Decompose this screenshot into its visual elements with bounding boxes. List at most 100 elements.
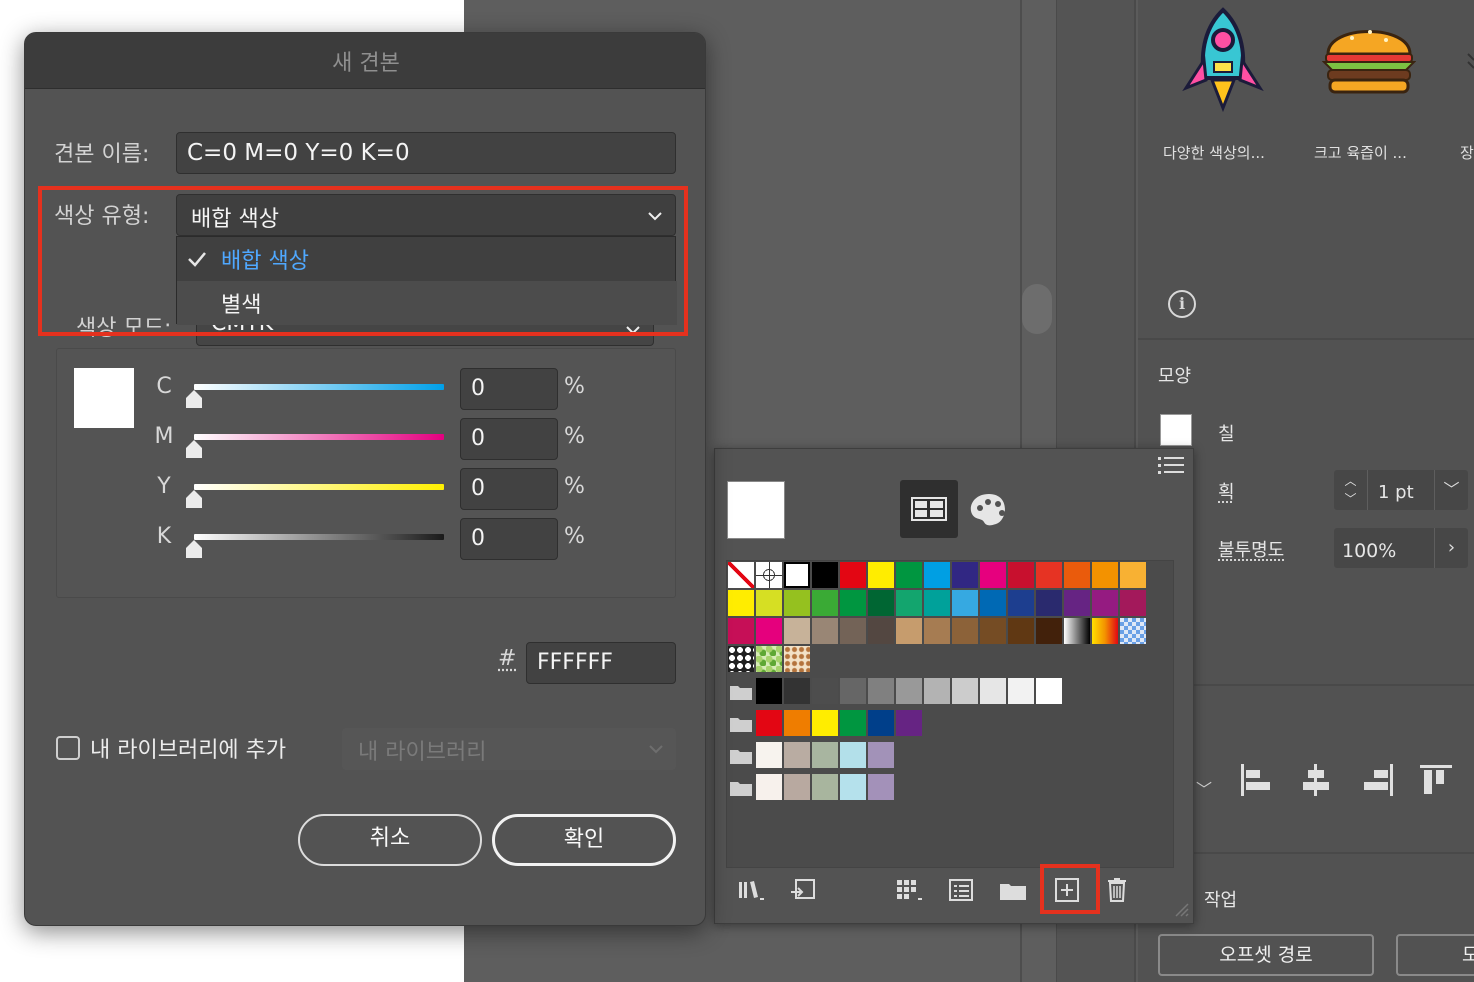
rocket-thumbnail-icon[interactable] (1176, 6, 1270, 112)
delete-swatch-icon[interactable] (1102, 876, 1132, 904)
panel-menu-icon[interactable] (1158, 456, 1184, 474)
swatch-chip[interactable] (756, 710, 782, 736)
swatch-chip[interactable] (896, 618, 922, 644)
align-horizontal-center-icon[interactable] (1298, 762, 1334, 798)
swatch-chip[interactable] (784, 774, 810, 800)
stroke-weight-stepper[interactable]: ︿ ﹀ 1 pt ﹀ (1334, 470, 1468, 510)
swatch-chip[interactable] (1092, 590, 1118, 616)
swatch-chip[interactable] (1064, 618, 1090, 644)
swatch-chip[interactable] (728, 590, 754, 616)
swatch-chip[interactable] (924, 618, 950, 644)
swatch-chip[interactable] (1008, 678, 1034, 704)
slider-thumb-icon[interactable] (184, 540, 204, 558)
swatch-chip[interactable] (868, 618, 894, 644)
swatch-chip[interactable] (868, 562, 894, 588)
swatch-chip[interactable] (924, 590, 950, 616)
color-group-folder-icon[interactable] (730, 748, 752, 764)
swatch-chip[interactable] (868, 742, 894, 768)
color-group-folder-icon[interactable] (730, 684, 752, 700)
swatch-chip[interactable] (840, 710, 866, 736)
swatch-chip[interactable] (812, 618, 838, 644)
swatch-chip[interactable] (868, 774, 894, 800)
color-group-folder-icon[interactable] (730, 716, 752, 732)
swatch-chip[interactable] (840, 742, 866, 768)
swatch-chip[interactable] (840, 590, 866, 616)
align-right-icon[interactable] (1360, 762, 1396, 798)
swatch-chip[interactable] (1120, 618, 1146, 644)
swatch-chip[interactable] (1036, 562, 1062, 588)
chevron-right-icon[interactable]: › (1434, 528, 1468, 568)
swatch-chip[interactable] (868, 710, 894, 736)
swatch-chip[interactable] (1120, 590, 1146, 616)
swatch-chip[interactable] (812, 742, 838, 768)
color-group-folder-icon[interactable] (730, 780, 752, 796)
swatch-chip[interactable] (952, 590, 978, 616)
swatch-chip[interactable] (952, 618, 978, 644)
swatch-chip[interactable] (812, 774, 838, 800)
swatch-chip[interactable] (784, 618, 810, 644)
new-color-group-icon[interactable] (998, 876, 1028, 904)
current-swatch-preview[interactable] (727, 481, 785, 539)
swatch-chip[interactable] (980, 618, 1006, 644)
swatch-chip[interactable] (980, 562, 1006, 588)
swatch-chip[interactable] (1008, 590, 1034, 616)
slider-thumb-icon[interactable] (184, 490, 204, 508)
color-palette-icon[interactable] (960, 480, 1018, 538)
swatch-chip[interactable] (896, 710, 922, 736)
swatch-libraries-icon[interactable] (736, 876, 766, 904)
burger-thumbnail-icon[interactable] (1322, 16, 1416, 96)
swatch-chip[interactable] (896, 590, 922, 616)
black-slider[interactable] (194, 534, 444, 540)
swatch-chip[interactable] (784, 742, 810, 768)
info-icon[interactable]: i (1168, 290, 1196, 318)
swatch-chip[interactable] (784, 678, 810, 704)
ok-button[interactable]: 확인 (492, 814, 676, 866)
yellow-input[interactable]: 0 (460, 468, 558, 510)
swatch-chip[interactable] (756, 678, 782, 704)
swatch-chip[interactable] (1036, 618, 1062, 644)
swatch-chip[interactable] (924, 678, 950, 704)
swatch-chip[interactable] (840, 562, 866, 588)
cancel-button[interactable]: 취소 (298, 814, 482, 866)
swatch-chip[interactable] (812, 590, 838, 616)
swatch-chip[interactable] (924, 562, 950, 588)
align-left-icon[interactable] (1238, 762, 1274, 798)
add-to-library-checkbox[interactable] (56, 736, 80, 760)
swatch-chip[interactable] (1036, 678, 1062, 704)
swatch-chip[interactable] (728, 562, 754, 588)
swatch-chip[interactable] (896, 562, 922, 588)
resize-grip-icon[interactable] (1170, 898, 1190, 918)
swatch-chip[interactable] (728, 646, 754, 672)
swatch-chip[interactable] (756, 742, 782, 768)
swatch-chip[interactable] (1008, 562, 1034, 588)
swatch-chip[interactable] (728, 618, 754, 644)
swatch-chip[interactable] (1092, 562, 1118, 588)
stroke-weight-value[interactable]: 1 pt (1378, 482, 1414, 503)
offset-path-button[interactable]: 오프셋 경로 (1158, 934, 1374, 976)
swatch-chip[interactable] (840, 774, 866, 800)
partial-thumbnail-icon[interactable] (1462, 50, 1474, 80)
place-swatches-icon[interactable] (788, 876, 818, 904)
swatch-chip[interactable] (1092, 618, 1118, 644)
align-top-icon[interactable] (1418, 762, 1454, 798)
cyan-slider[interactable] (194, 384, 444, 390)
chevron-down-icon[interactable]: ﹀ (1434, 470, 1468, 510)
hex-input[interactable]: FFFFFF (526, 642, 676, 684)
fill-color-swatch[interactable] (1160, 414, 1192, 446)
swatch-chip[interactable] (812, 678, 838, 704)
swatch-chip[interactable] (952, 678, 978, 704)
opacity-label[interactable]: 불투명도 (1218, 536, 1284, 562)
swatch-name-input[interactable]: C=0 M=0 Y=0 K=0 (176, 132, 676, 174)
swatch-chip[interactable] (980, 678, 1006, 704)
yellow-slider[interactable] (194, 484, 444, 490)
magenta-input[interactable]: 0 (460, 418, 558, 460)
swatch-chip[interactable] (840, 678, 866, 704)
canvas-scrollbar[interactable] (1022, 284, 1052, 334)
swatch-chip[interactable] (952, 562, 978, 588)
magenta-slider[interactable] (194, 434, 444, 440)
chevron-down-icon[interactable]: ﹀ (1196, 776, 1212, 800)
show-swatch-kinds-icon[interactable] (894, 876, 924, 904)
swatch-chip[interactable] (756, 646, 782, 672)
partial-action-button[interactable]: 모 (1396, 934, 1474, 976)
swatch-chip[interactable] (756, 590, 782, 616)
